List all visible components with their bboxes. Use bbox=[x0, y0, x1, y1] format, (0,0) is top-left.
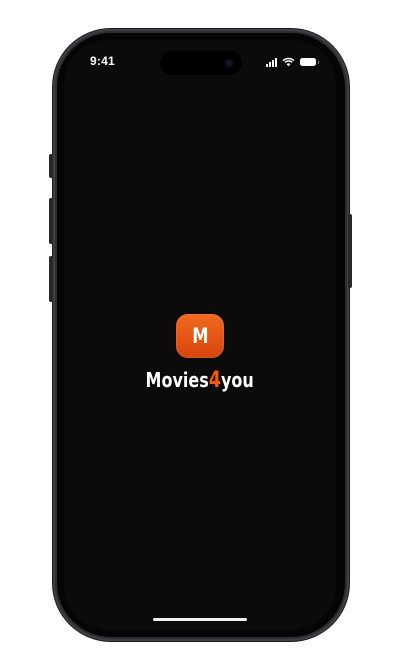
status-bar: 9:41 bbox=[64, 40, 336, 84]
splash-logo: M Movies4you bbox=[64, 314, 336, 392]
battery-icon bbox=[300, 58, 319, 66]
app-name-part2: you bbox=[221, 368, 255, 392]
app-name: Movies4you bbox=[146, 370, 254, 392]
status-time: 9:41 bbox=[90, 54, 115, 68]
wifi-icon bbox=[282, 57, 295, 67]
status-icons bbox=[266, 56, 319, 68]
phone-screen: 9:41 M Movies4you bbox=[64, 40, 336, 630]
volume-up-button bbox=[49, 198, 53, 244]
home-indicator[interactable] bbox=[153, 618, 247, 621]
power-button bbox=[348, 214, 352, 288]
app-logo-letter: M bbox=[191, 323, 209, 348]
device-mockup-canvas: 9:41 M Movies4you bbox=[0, 0, 400, 670]
mute-switch bbox=[49, 154, 53, 178]
front-camera-icon bbox=[225, 59, 233, 67]
signal-icon bbox=[266, 57, 277, 67]
app-name-part1: Movies bbox=[145, 368, 210, 392]
volume-down-button bbox=[49, 256, 53, 302]
app-logo-icon: M bbox=[176, 314, 224, 358]
dynamic-island bbox=[160, 51, 242, 75]
app-name-accent: 4 bbox=[209, 368, 222, 393]
